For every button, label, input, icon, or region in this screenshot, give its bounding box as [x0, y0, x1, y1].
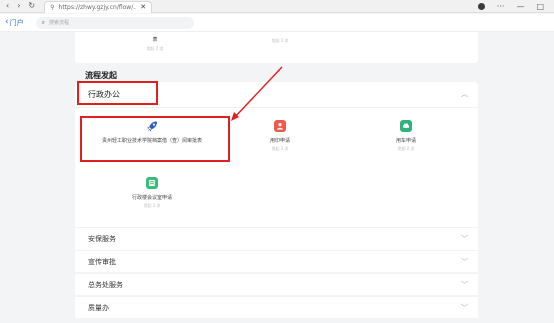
annotation-arrow	[231, 66, 283, 121]
